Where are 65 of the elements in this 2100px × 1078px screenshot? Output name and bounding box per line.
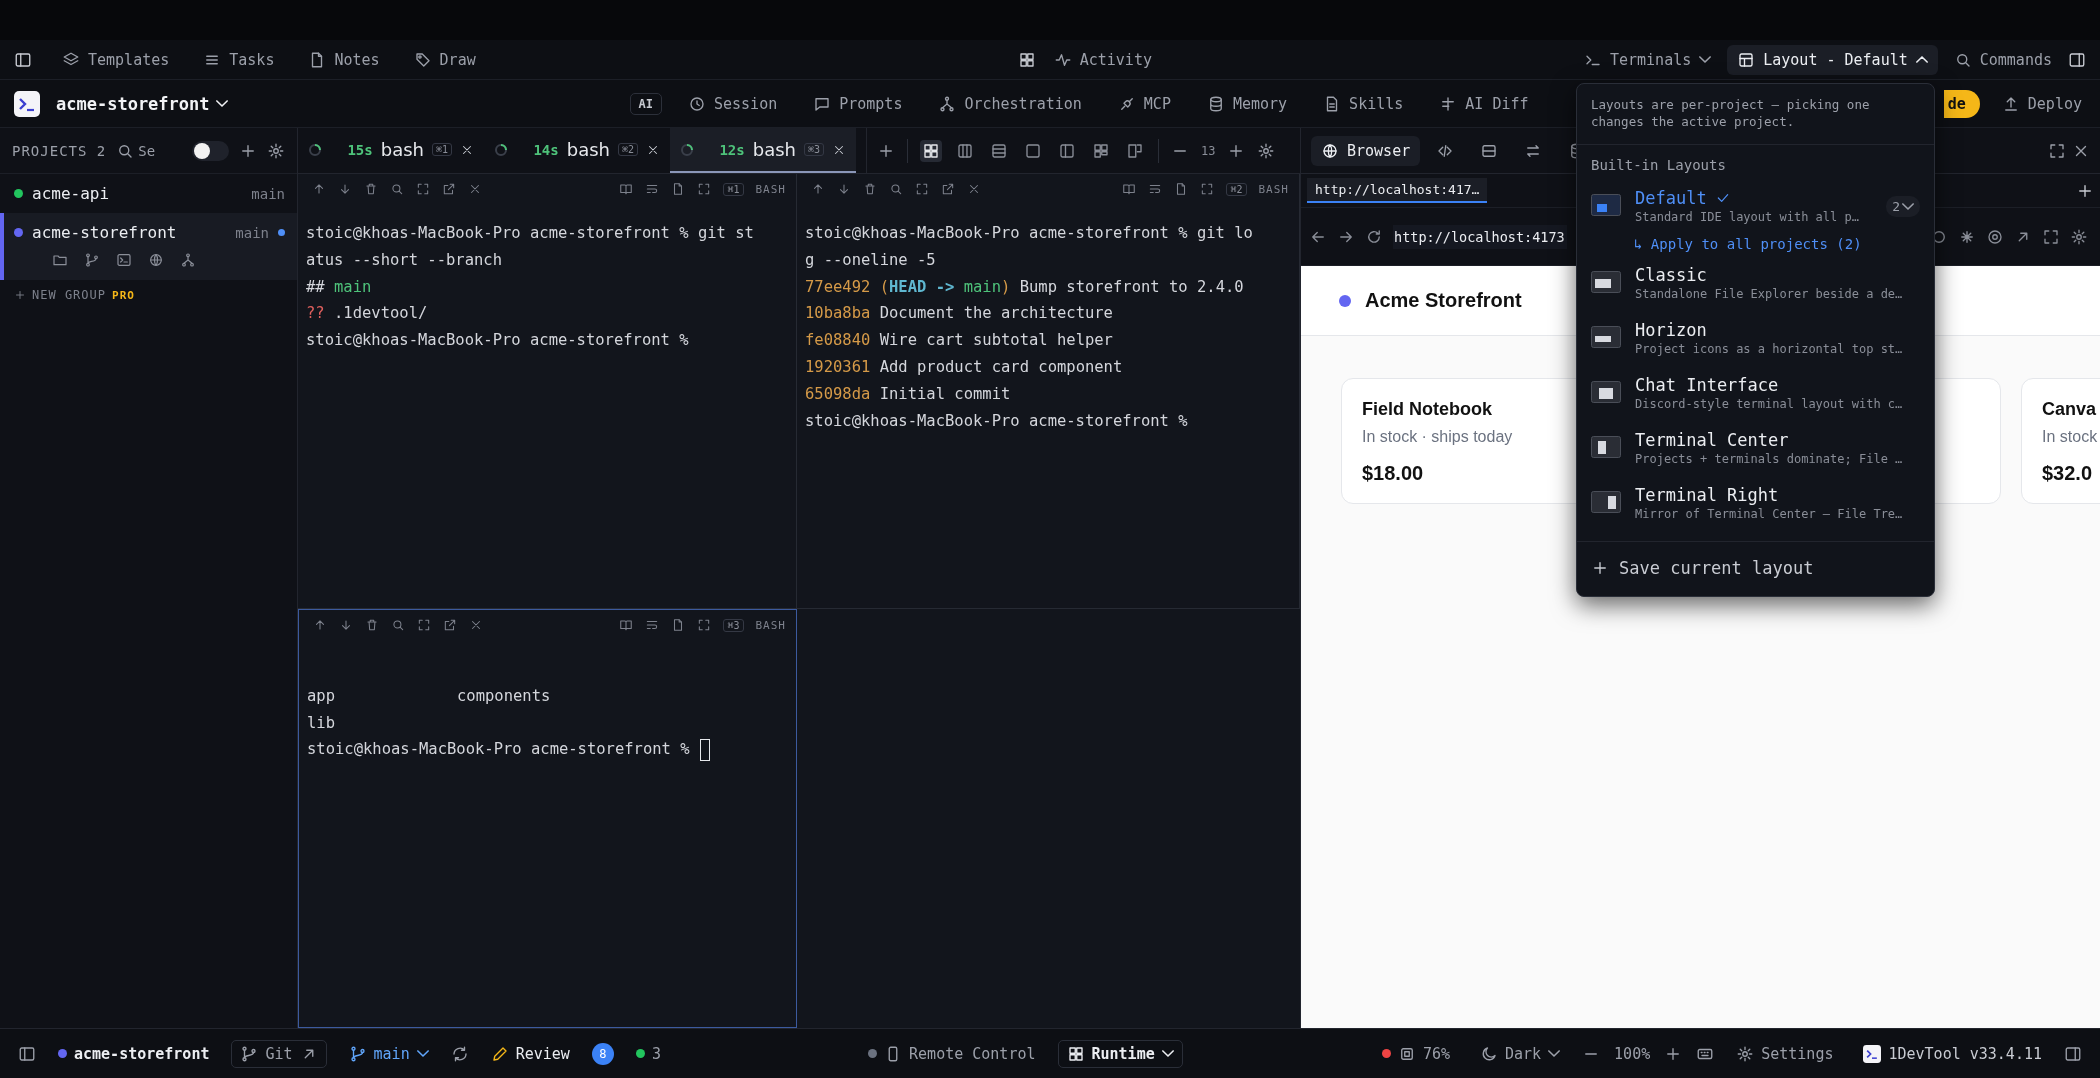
shell-label: BASH — [1258, 182, 1289, 196]
shortcut-badge: ⌘2 — [617, 143, 638, 156]
terminal-line: stoic@khoas-MacBook-Pro acme-storefront % git lo — [805, 223, 1253, 244]
terminal-line: fe08840 Wire cart subtotal helper — [805, 330, 1113, 352]
font-size-value: 13 — [1201, 143, 1216, 158]
layout-name: Chat Interface — [1635, 375, 1779, 395]
layout-description: Standalone File Explorer beside a de… — [1635, 287, 1904, 301]
terminal-line: stoic@khoas-MacBook-Pro acme-storefront % — [805, 410, 1188, 432]
terminal-line: 65098da Initial commit — [805, 383, 1011, 405]
process-count: 3 — [651, 1044, 661, 1063]
layout-name: Classic — [1635, 265, 1707, 285]
ai-badge: AI — [629, 92, 662, 115]
product-price: $18.00 — [1362, 462, 1425, 485]
project-name: acme-api — [32, 184, 111, 203]
branch-label: main — [251, 185, 285, 202]
terminal-line: lib — [307, 712, 335, 734]
layout-description: Projects + terminals dominate; File … — [1635, 452, 1904, 466]
layout-name: Terminal Center — [1635, 430, 1789, 450]
project-name: acme-storefront — [32, 223, 178, 242]
layout-name: Terminal Right — [1635, 485, 1779, 505]
branch-label: main — [235, 224, 269, 241]
terminal-line: stoic@khoas-MacBook-Pro acme-storefront % — [306, 330, 689, 352]
terminal-line: 77ee492 (HEAD -> main) Bump storefront to 2.4.0 — [805, 276, 1244, 298]
terminal-line: stoic@khoas-MacBook-Pro acme-storefront % git st — [306, 223, 754, 244]
product-name: Canva — [2042, 399, 2098, 420]
zoom-level: 100% — [1614, 1044, 1651, 1063]
terminal-line: ## main — [306, 276, 372, 298]
tab-title: bash — [566, 139, 610, 160]
product-price: $32.0 — [2042, 462, 2094, 485]
shortcut-badge: ⌘1 — [723, 182, 744, 196]
product-detail: In stock — [2042, 428, 2099, 446]
terminal-line: 10ba8ba Document the architecture — [805, 303, 1113, 325]
elapsed-time: 15s — [347, 141, 373, 158]
product-detail: In stock · ships today — [1362, 428, 1514, 446]
dropdown-note: Layouts are per-project — picking one changes the active project. — [1577, 84, 1934, 145]
shortcut-badge: ⌘3 — [803, 143, 824, 156]
layout-description: Standard IDE layout with all p… — [1635, 210, 1860, 224]
memory-usage: 76% — [1422, 1044, 1450, 1063]
terminal-line: 1920361 Add product card component — [805, 357, 1123, 378]
tab-title: bash — [752, 139, 796, 160]
layout-description: Project icons as a horizontal top st… — [1635, 342, 1904, 356]
shortcut-badge: ⌘1 — [431, 143, 452, 156]
layout-name: Horizon — [1635, 320, 1707, 340]
version-label: 1DevTool v33.4.11 — [1888, 1044, 2042, 1063]
section-heading: Built-in Layouts — [1590, 156, 1727, 175]
count-badge: 8 — [591, 1042, 614, 1065]
sidebar-title: PROJECTS 2 — [12, 142, 107, 159]
shortcut-badge: ⌘3 — [723, 618, 744, 632]
layout-description: Discord-style terminal layout with c… — [1635, 397, 1904, 411]
tab-title: bash — [380, 139, 424, 160]
site-title: Acme Storefront — [1365, 289, 1522, 312]
shortcut-badge: ⌘2 — [1226, 182, 1247, 196]
terminal-text: app — [307, 685, 336, 707]
elapsed-time: 12s — [719, 141, 745, 158]
terminal-text: components — [457, 685, 551, 707]
terminal-line: stoic@khoas-MacBook-Pro acme-storefront % — [307, 739, 690, 761]
terminal-line: ?? .1devtool/ — [306, 303, 428, 325]
terminal-line: atus --short --branch — [306, 249, 502, 271]
layout-description: Mirror of Terminal Center — File Tre… — [1635, 507, 1904, 521]
layout-name: Default — [1635, 188, 1707, 208]
pro-label: PRO — [112, 288, 135, 302]
shell-label: BASH — [755, 618, 786, 632]
shell-label: BASH — [755, 182, 786, 196]
elapsed-time: 14s — [533, 141, 559, 158]
terminal-line: g --oneline -5 — [805, 249, 936, 271]
